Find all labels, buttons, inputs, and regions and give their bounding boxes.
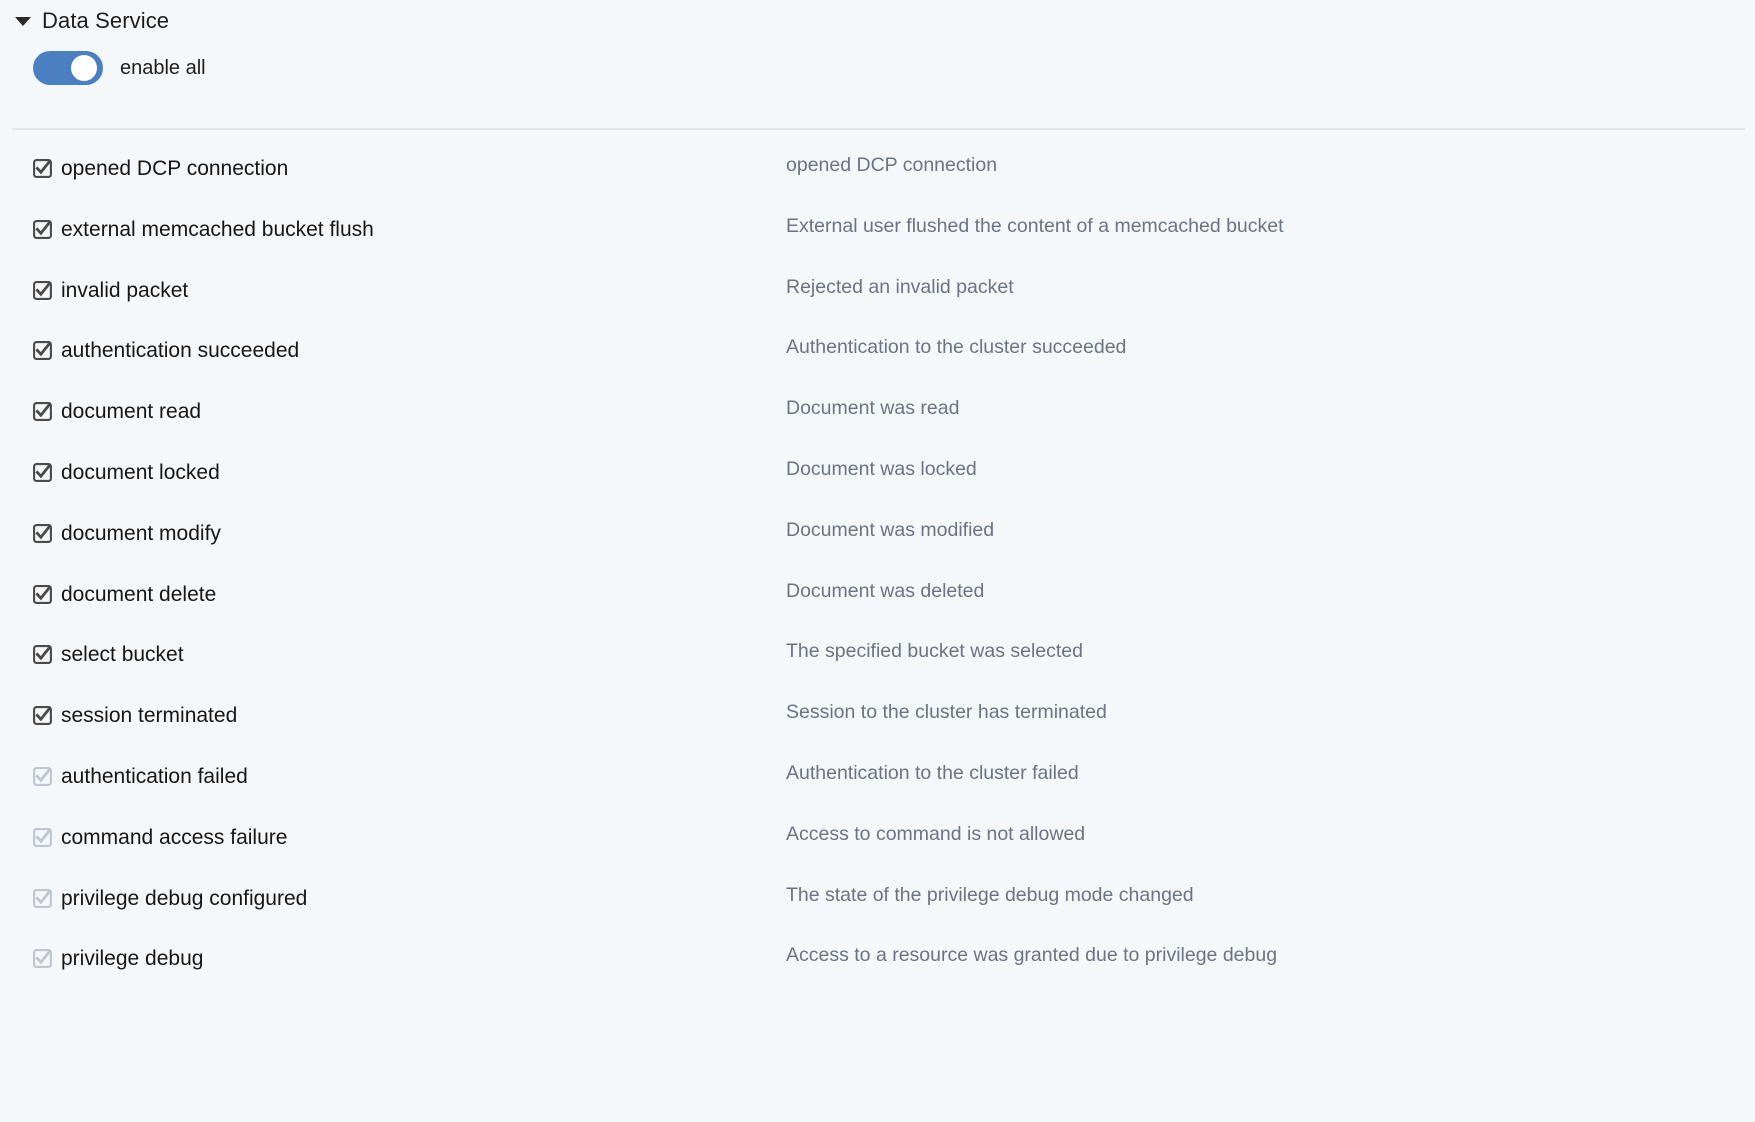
enable-all-label: enable all xyxy=(120,57,206,79)
event-label: opened DCP connection xyxy=(61,157,289,180)
event-toggle-4[interactable]: document read xyxy=(33,401,201,422)
event-toggle-12[interactable]: privilege debug configured xyxy=(33,888,307,909)
event-toggle-2[interactable]: invalid packet xyxy=(33,280,188,301)
event-label: session terminated xyxy=(61,704,238,728)
event-label: external memcached bucket flush xyxy=(61,217,374,241)
event-description: The state of the privilege debug mode ch… xyxy=(786,883,1194,906)
header-divider xyxy=(12,128,1745,130)
event-description: Document was read xyxy=(786,397,960,420)
toggle-knob xyxy=(71,55,97,81)
table-row: opened DCP connection opened DCP connecti… xyxy=(0,145,1755,206)
event-description: Session to the cluster has terminated xyxy=(786,701,1107,724)
event-label: authentication succeeded xyxy=(61,339,300,363)
checkbox-checked-icon[interactable] xyxy=(33,402,52,422)
event-toggle-0[interactable]: opened DCP connection xyxy=(33,158,288,179)
checkbox-checked-icon[interactable] xyxy=(33,523,52,543)
event-description: opened DCP connection xyxy=(786,154,998,176)
checkbox-checked-icon[interactable] xyxy=(33,584,52,604)
event-description: Document was locked xyxy=(786,457,977,480)
table-row: invalid packet Rejected an invalid packet xyxy=(0,267,1755,328)
event-label: document modify xyxy=(61,521,221,545)
table-row: external memcached bucket flush External … xyxy=(0,206,1755,267)
audit-event-list: opened DCP connection opened DCP connecti… xyxy=(0,145,1755,996)
event-toggle-6[interactable]: document modify xyxy=(33,523,221,544)
event-label: invalid packet xyxy=(61,278,189,302)
event-toggle-3[interactable]: authentication succeeded xyxy=(33,340,299,361)
event-description: Document was modified xyxy=(786,518,995,541)
event-label: select bucket xyxy=(61,643,184,667)
checkbox-checked-icon[interactable] xyxy=(33,827,52,847)
event-description: Authentication to the cluster failed xyxy=(786,761,1079,784)
checkbox-checked-icon[interactable] xyxy=(33,767,52,786)
event-description: Authentication to the cluster succeeded xyxy=(786,336,1127,359)
table-row: document read Document was read xyxy=(0,388,1755,449)
event-description: Access to command is not allowed xyxy=(786,822,1086,845)
event-description: External user flushed the content of a m… xyxy=(786,214,1284,237)
event-description: Document was deleted xyxy=(786,579,985,602)
table-row: authentication failed Authentication to t… xyxy=(0,753,1755,814)
event-toggle-10[interactable]: authentication failed xyxy=(33,766,248,787)
event-label: privilege debug configured xyxy=(61,886,308,910)
checkbox-checked-icon[interactable] xyxy=(33,463,52,482)
table-row: authentication succeeded Authentication t… xyxy=(0,327,1755,388)
event-toggle-5[interactable]: document locked xyxy=(33,462,220,483)
page-title: Data Service xyxy=(42,8,170,33)
enable-all-toggle[interactable] xyxy=(33,51,103,85)
chevron-down-icon[interactable] xyxy=(12,10,34,32)
table-row: privilege debug Access to a resource was … xyxy=(0,935,1755,996)
checkbox-checked-icon[interactable] xyxy=(33,280,52,300)
event-label: document locked xyxy=(61,460,220,484)
section-header[interactable]: Data Service xyxy=(0,0,1755,34)
event-description: Access to a resource was granted due to … xyxy=(786,944,1278,967)
event-label: document delete xyxy=(61,582,217,606)
checkbox-checked-icon[interactable] xyxy=(33,645,52,665)
checkbox-checked-icon[interactable] xyxy=(33,159,52,178)
event-toggle-9[interactable]: session terminated xyxy=(33,705,237,726)
table-row: document modify Document was modified xyxy=(0,510,1755,571)
event-toggle-1[interactable]: external memcached bucket flush xyxy=(33,219,374,240)
checkbox-checked-icon[interactable] xyxy=(33,706,52,726)
table-row: document locked Document was locked xyxy=(0,449,1755,510)
event-description: The specified bucket was selected xyxy=(786,640,1083,663)
event-label: privilege debug xyxy=(61,947,204,971)
table-row: session terminated Session to the cluster… xyxy=(0,692,1755,753)
table-row: document delete Document was deleted xyxy=(0,571,1755,632)
table-row: privilege debug configured The state of t… xyxy=(0,875,1755,936)
enable-all-row: enable all xyxy=(0,50,1755,86)
event-toggle-11[interactable]: command access failure xyxy=(33,827,287,848)
event-label: command access failure xyxy=(61,825,288,849)
event-description: Rejected an invalid packet xyxy=(786,275,1014,298)
table-row: command access failure Access to command … xyxy=(0,814,1755,875)
event-toggle-13[interactable]: privilege debug xyxy=(33,948,203,969)
table-row: select bucket The specified bucket was se… xyxy=(0,631,1755,692)
event-toggle-8[interactable]: select bucket xyxy=(33,644,184,665)
event-label: authentication failed xyxy=(61,764,248,788)
event-label: document read xyxy=(61,400,202,424)
checkbox-checked-icon[interactable] xyxy=(33,341,52,361)
checkbox-checked-icon[interactable] xyxy=(33,219,52,239)
data-service-panel: Data Service enable all opened DCP conne… xyxy=(0,0,1755,1122)
checkbox-checked-icon[interactable] xyxy=(33,949,52,969)
event-toggle-7[interactable]: document delete xyxy=(33,584,216,605)
checkbox-checked-icon[interactable] xyxy=(33,888,52,908)
